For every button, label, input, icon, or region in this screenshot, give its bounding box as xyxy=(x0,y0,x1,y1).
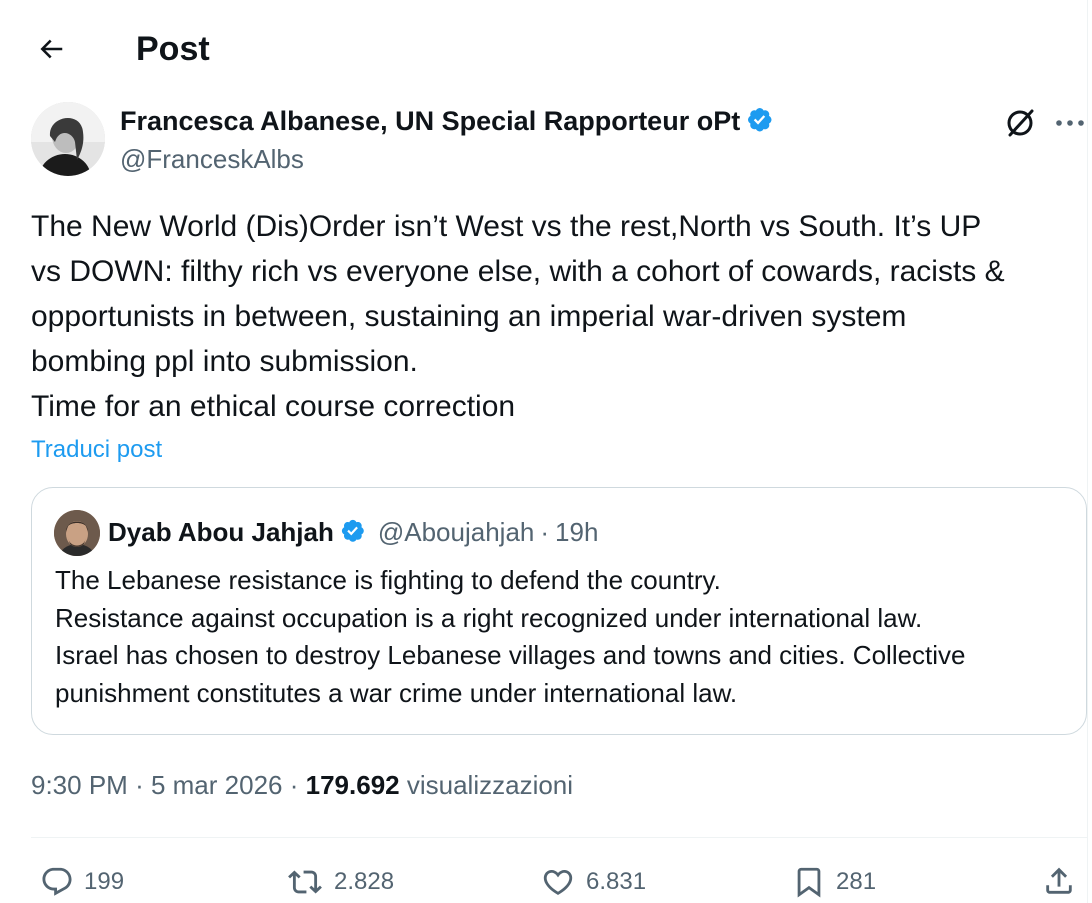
post-text: The New World (Dis)Order isn’t West vs t… xyxy=(31,204,1089,429)
quoted-post-text: The Lebanese resistance is fighting to d… xyxy=(55,562,1075,712)
divider xyxy=(31,837,1087,838)
back-button[interactable] xyxy=(28,26,74,72)
quoted-text-line: Israel has chosen to destroy Lebanese vi… xyxy=(55,640,966,670)
separator-dot: · xyxy=(135,770,144,800)
verified-badge-icon xyxy=(748,108,772,132)
post-date[interactable]: 5 mar 2026 xyxy=(151,770,283,800)
quoted-author-handle[interactable]: @Aboujahjah xyxy=(378,515,535,549)
post-text-line: opportunists in between, sustaining an i… xyxy=(31,300,907,333)
post-text-line: Time for an ethical course correction xyxy=(31,390,516,423)
reply-icon xyxy=(42,867,72,896)
quoted-author-name[interactable]: Dyab Abou Jahjah xyxy=(108,515,334,549)
reply-button[interactable]: 199 xyxy=(40,864,124,900)
grok-button[interactable] xyxy=(1000,103,1040,143)
quoted-post-time[interactable]: 19h xyxy=(555,515,598,549)
like-button[interactable]: 6.831 xyxy=(540,864,646,900)
page-title: Post xyxy=(136,30,210,68)
separator-dot: · xyxy=(289,770,299,800)
repost-button[interactable]: 2.828 xyxy=(286,864,394,900)
quoted-text-line: The Lebanese resistance is fighting to d… xyxy=(55,565,721,595)
quoted-post-header: Dyab Abou Jahjah @Aboujahjah · 19h xyxy=(108,515,598,549)
bookmark-button[interactable]: 281 xyxy=(792,864,876,900)
repost-count: 2.828 xyxy=(334,868,395,895)
more-horizontal-icon xyxy=(1056,120,1084,126)
author-handle[interactable]: @FranceskAlbs xyxy=(120,142,304,176)
post-text-line: The New World (Dis)Order isn’t West vs t… xyxy=(31,210,982,243)
quoted-post-card[interactable]: Dyab Abou Jahjah @Aboujahjah · 19h The L… xyxy=(31,487,1087,735)
heart-icon xyxy=(543,869,573,895)
post-meta: 9:30 PM · 5 mar 2026 · 179.692 visualizz… xyxy=(31,768,573,802)
page-header: Post xyxy=(0,0,1080,98)
share-icon xyxy=(1046,867,1072,894)
author-name-row[interactable]: Francesca Albanese, UN Special Rapporteu… xyxy=(120,104,776,138)
bookmark-icon xyxy=(797,867,821,898)
repost-icon xyxy=(288,870,322,894)
quoted-text-line: Resistance against occupation is a right… xyxy=(55,602,923,633)
separator-dot: · xyxy=(540,516,550,547)
post-time[interactable]: 9:30 PM xyxy=(31,770,128,800)
like-count: 6.831 xyxy=(586,868,647,895)
translate-post-link[interactable]: Traduci post xyxy=(31,434,162,466)
author-name[interactable]: Francesca Albanese, UN Special Rapporteu… xyxy=(120,104,740,138)
arrow-left-icon xyxy=(40,39,63,59)
author-avatar[interactable] xyxy=(31,102,105,176)
views-label: visualizzazioni xyxy=(406,770,574,800)
quoted-author-avatar[interactable] xyxy=(54,510,100,556)
share-button[interactable] xyxy=(1042,864,1076,898)
grok-icon xyxy=(1007,109,1034,137)
quoted-text-line: punishment constitutes a war crime under… xyxy=(55,677,738,708)
post-text-line: vs DOWN: filthy rich vs everyone else, w… xyxy=(31,255,1005,288)
bookmark-count: 281 xyxy=(836,868,877,895)
reply-count: 199 xyxy=(84,868,125,895)
verified-badge-icon xyxy=(341,519,364,542)
action-bar: 199 2.828 6.831 281 xyxy=(0,858,1092,903)
views-count: 179.692 xyxy=(305,770,400,800)
post-text-line: bombing ppl into submission. xyxy=(31,345,418,378)
more-options-button[interactable] xyxy=(1048,103,1092,143)
